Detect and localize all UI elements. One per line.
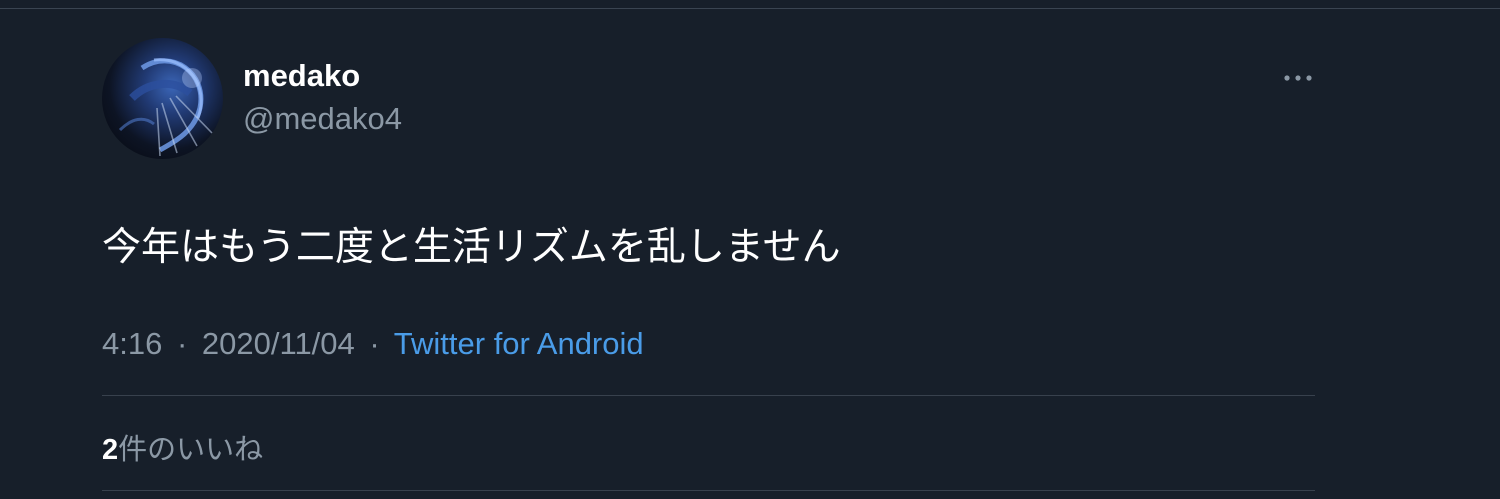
divider (102, 490, 1315, 491)
tweet-detail: medako @medako4 今年はもう二度と生活リズムを乱しません 4:16… (0, 0, 1500, 499)
avatar[interactable] (102, 38, 223, 159)
more-options-button[interactable] (1281, 67, 1315, 89)
tweet-time[interactable]: 4:16 (102, 326, 162, 361)
user-handle[interactable]: @medako4 (243, 101, 402, 137)
likes-count: 2 (102, 434, 119, 466)
meta-separator: · (369, 326, 380, 361)
tweet-meta: 4:16 · 2020/11/04 · Twitter for Android (102, 326, 644, 362)
meta-separator: · (176, 326, 188, 361)
divider (102, 395, 1315, 396)
likes-stat[interactable]: 2件のいいね (102, 426, 263, 468)
tweet-date[interactable]: 2020/11/04 (202, 326, 355, 361)
more-horizontal-icon (1284, 75, 1312, 81)
avatar-image (118, 58, 213, 157)
likes-label: 件のいいね (118, 432, 264, 466)
display-name[interactable]: medako (243, 58, 360, 94)
tweet-text: 今年はもう二度と生活リズムを乱しません (102, 225, 841, 270)
tweet-source-link[interactable]: Twitter for Android (394, 326, 644, 361)
